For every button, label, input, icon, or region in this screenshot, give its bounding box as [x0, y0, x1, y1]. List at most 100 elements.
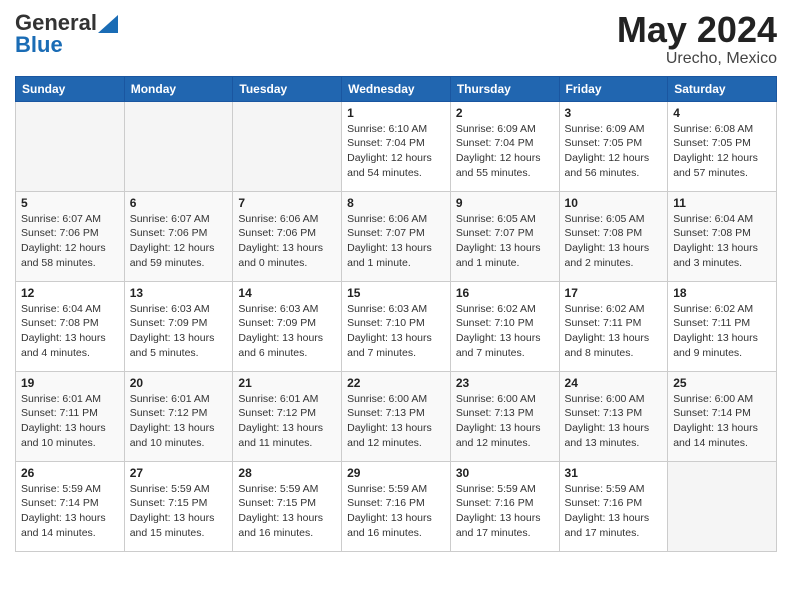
cell-info: Sunrise: 6:09 AM Sunset: 7:05 PM Daylight:… — [565, 122, 663, 181]
cell-26: 26Sunrise: 5:59 AMSunset: 7:14 PMDayligh… — [16, 461, 125, 551]
location: Urecho, Mexico — [617, 50, 777, 68]
daylight-label: Daylight: 13 hours and 1 minute. — [347, 242, 432, 269]
sunset-label: Sunset: 7:12 PM — [130, 407, 208, 419]
sunrise-label: Sunrise: 6:05 AM — [565, 213, 645, 225]
cell-info: Sunrise: 6:02 AMSunset: 7:11 PMDaylight:… — [673, 302, 771, 361]
daylight-label: Daylight: 13 hours and 12 minutes. — [347, 422, 432, 449]
month-year: May 2024 — [617, 10, 777, 50]
daylight-label: Daylight: 13 hours and 6 minutes. — [238, 332, 323, 359]
sunrise-label: Sunrise: 6:06 AM — [347, 213, 427, 225]
cell-info: Sunrise: 5:59 AMSunset: 7:15 PMDaylight:… — [238, 482, 336, 541]
sunset-label: Sunset: 7:05 PM — [565, 137, 643, 149]
cell-21: 21 Sunrise: 6:01 AMSunset: 7:12 PMDayligh… — [233, 371, 342, 461]
cell-info: Sunrise: 6:01 AMSunset: 7:11 PMDaylight:… — [21, 392, 119, 451]
sunset-label: Sunset: 7:06 PM — [21, 227, 99, 239]
sunrise-label: Sunrise: 5:59 AM — [347, 483, 427, 495]
cell-info: Sunrise: 5:59 AM Sunset: 7:15 PM Daylight:… — [130, 482, 228, 541]
cell-10: 10Sunrise: 6:05 AMSunset: 7:08 PMDayligh… — [559, 191, 668, 281]
cell-info: Sunrise: 6:08 AMSunset: 7:05 PMDaylight:… — [673, 122, 771, 181]
cell-info: Sunrise: 5:59 AMSunset: 7:16 PMDaylight:… — [565, 482, 663, 541]
cell-info: Sunrise: 6:03 AMSunset: 7:09 PMDaylight:… — [130, 302, 228, 361]
week-row-2: 12Sunrise: 6:04 AMSunset: 7:08 PMDayligh… — [16, 281, 777, 371]
sunset-label: Sunset: 7:11 PM — [673, 317, 750, 329]
sunrise-label: Sunrise: 6:04 AM — [673, 213, 753, 225]
sunrise-label: Sunrise: 6:08 AM — [673, 123, 753, 135]
daylight-label: Daylight: 13 hours and 15 minutes. — [130, 512, 215, 539]
day-number: 11 — [673, 196, 771, 210]
sunrise-label: Sunrise: 5:59 AM — [238, 483, 318, 495]
cell-info: Sunrise: 6:10 AMSunset: 7:04 PMDaylight:… — [347, 122, 445, 181]
cell-1: 1Sunrise: 6:10 AMSunset: 7:04 PMDaylight… — [342, 101, 451, 191]
cell-info: Sunrise: 6:06 AMSunset: 7:06 PMDaylight:… — [238, 212, 336, 271]
cell-info: Sunrise: 5:59 AMSunset: 7:16 PMDaylight:… — [456, 482, 554, 541]
daylight-label: Daylight: 13 hours and 17 minutes. — [456, 512, 541, 539]
cell-15: 15Sunrise: 6:03 AMSunset: 7:10 PMDayligh… — [342, 281, 451, 371]
cell-info: Sunrise: 6:00 AMSunset: 7:13 PMDaylight:… — [347, 392, 445, 451]
cell-info: Sunrise: 6:09 AMSunset: 7:04 PMDaylight:… — [456, 122, 554, 181]
sunset-label: Sunset: 7:08 PM — [565, 227, 643, 239]
sunrise-label: Sunrise: 6:04 AM — [21, 303, 101, 315]
daylight-label: Daylight: 13 hours and 9 minutes. — [673, 332, 758, 359]
sunset-label: Sunset: 7:08 PM — [673, 227, 751, 239]
day-number: 21 — [238, 376, 336, 390]
day-number: 24 — [565, 376, 663, 390]
week-row-0: 1Sunrise: 6:10 AMSunset: 7:04 PMDaylight… — [16, 101, 777, 191]
cell-9: 9 Sunrise: 6:05 AMSunset: 7:07 PMDaylight… — [450, 191, 559, 281]
cell-info: Sunrise: 6:00 AMSunset: 7:14 PMDaylight:… — [673, 392, 771, 451]
sunrise-label: Sunrise: 6:09 AM — [565, 123, 645, 135]
day-number: 17 — [565, 286, 663, 300]
daylight-label: Daylight: 13 hours and 4 minutes. — [21, 332, 106, 359]
cell-info: Sunrise: 6:02 AMSunset: 7:11 PMDaylight:… — [565, 302, 663, 361]
sunset-label: Sunset: 7:10 PM — [456, 317, 534, 329]
cell-3: 3Sunrise: 6:09 AMSunset: 7:05 PMDaylight… — [559, 101, 668, 191]
cell-info: Sunrise: 5:59 AMSunset: 7:16 PMDaylight:… — [347, 482, 445, 541]
cell-info: Sunrise: 6:01 AMSunset: 7:12 PMDaylight:… — [238, 392, 336, 451]
day-number: 7 — [238, 196, 336, 210]
sunrise-label: Sunrise: 5:59 AM — [130, 483, 210, 495]
sunset-label: Sunset: 7:14 PM — [21, 497, 99, 509]
cell-2: 2Sunrise: 6:09 AMSunset: 7:04 PMDaylight… — [450, 101, 559, 191]
sunset-label: Sunset: 7:15 PM — [130, 497, 208, 509]
day-number: 16 — [456, 286, 554, 300]
cell-28: 28Sunrise: 5:59 AMSunset: 7:15 PMDayligh… — [233, 461, 342, 551]
sunset-label: Sunset: 7:08 PM — [21, 317, 99, 329]
sunset-label: Sunset: 7:13 PM — [565, 407, 643, 419]
cell-info: Sunrise: 6:05 AMSunset: 7:07 PMDaylight:… — [456, 212, 554, 271]
sunset-label: Sunset: 7:14 PM — [673, 407, 751, 419]
cell-info: Sunrise: 6:00 AMSunset: 7:13 PMDaylight:… — [565, 392, 663, 451]
daylight-label: Daylight: 13 hours and 10 minutes. — [21, 422, 106, 449]
cell-25: 25Sunrise: 6:00 AMSunset: 7:14 PMDayligh… — [668, 371, 777, 461]
sunset-label: Sunset: 7:16 PM — [347, 497, 425, 509]
daylight-label: Daylight: 12 hours and 57 minutes. — [673, 152, 758, 179]
sunrise-label: Sunrise: 6:03 AM — [347, 303, 427, 315]
cell-24: 24 Sunrise: 6:00 AMSunset: 7:13 PMDayligh… — [559, 371, 668, 461]
cell-17: 17 Sunrise: 6:02 AMSunset: 7:11 PMDayligh… — [559, 281, 668, 371]
sunset-label: Sunset: 7:04 PM — [456, 137, 534, 149]
day-number: 30 — [456, 466, 554, 480]
cell-14: 14Sunrise: 6:03 AMSunset: 7:09 PMDayligh… — [233, 281, 342, 371]
cell-5: 5Sunrise: 6:07 AMSunset: 7:06 PMDaylight… — [16, 191, 125, 281]
cell-empty — [124, 101, 233, 191]
week-row-1: 5Sunrise: 6:07 AMSunset: 7:06 PMDaylight… — [16, 191, 777, 281]
cell-13: 13Sunrise: 6:03 AMSunset: 7:09 PMDayligh… — [124, 281, 233, 371]
sunset-label: Sunset: 7:10 PM — [347, 317, 425, 329]
title-block: May 2024 Urecho, Mexico — [617, 10, 777, 68]
cell-6: 6Sunrise: 6:07 AMSunset: 7:06 PMDaylight… — [124, 191, 233, 281]
daylight-label: Daylight: 13 hours and 7 minutes. — [456, 332, 541, 359]
sunset-label: Sunset: 7:07 PM — [456, 227, 534, 239]
day-number: 9 — [456, 196, 554, 210]
cell-info: Sunrise: 6:03 AM Sunset: 7:10 PM Daylight:… — [347, 302, 445, 361]
sunrise-label: Sunrise: 6:01 AM — [21, 393, 101, 405]
daylight-label: Daylight: 12 hours and 56 minutes. — [565, 152, 650, 179]
daylight-label: Daylight: 13 hours and 11 minutes. — [238, 422, 323, 449]
sunset-label: Sunset: 7:15 PM — [238, 497, 316, 509]
cell-info: Sunrise: 5:59 AMSunset: 7:14 PMDaylight:… — [21, 482, 119, 541]
day-number: 19 — [21, 376, 119, 390]
col-header-sunday: Sunday — [16, 76, 125, 101]
daylight-label: Daylight: 13 hours and 7 minutes. — [347, 332, 432, 359]
daylight-label: Daylight: 13 hours and 8 minutes. — [565, 332, 650, 359]
day-number: 8 — [347, 196, 445, 210]
day-number: 29 — [347, 466, 445, 480]
sunset-label: Sunset: 7:13 PM — [456, 407, 534, 419]
day-number: 18 — [673, 286, 771, 300]
